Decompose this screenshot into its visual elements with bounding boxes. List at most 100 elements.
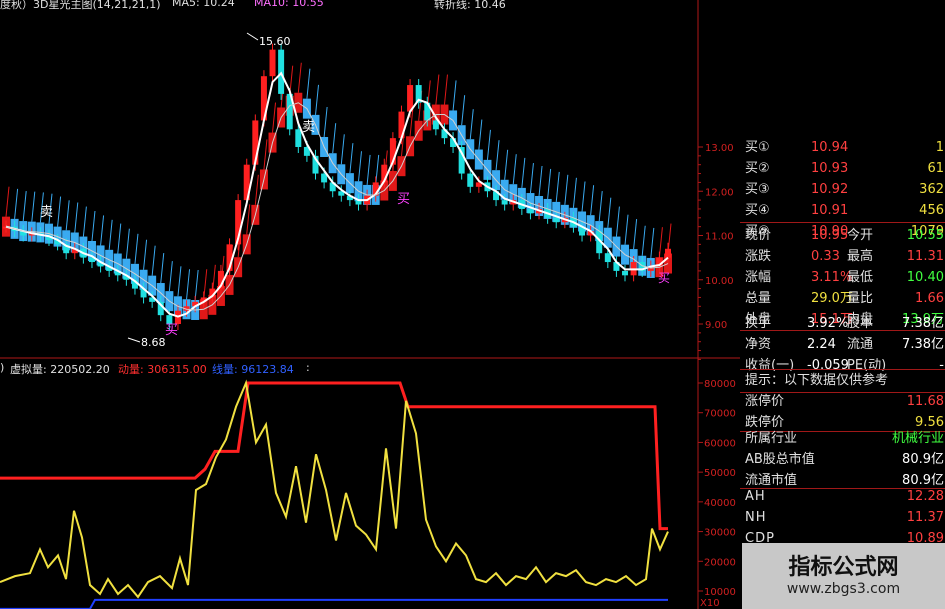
candle-body xyxy=(527,208,534,214)
candle-body xyxy=(278,49,285,94)
low-price-label: 8.68 xyxy=(141,336,166,349)
quote-value: 10.95 xyxy=(811,228,849,243)
pivot-value: 11.37 xyxy=(906,510,944,525)
band-spike xyxy=(246,204,251,235)
band-spike xyxy=(108,219,113,250)
order-book-row: 买③ 10.92 362 xyxy=(745,179,945,200)
order-book-row: 买① 10.94 1 xyxy=(745,137,945,158)
quote-label: 涨跌 xyxy=(745,249,772,264)
watermark-url: www.zbgs3.com xyxy=(786,581,901,597)
volume-axis-unit: X10 xyxy=(700,598,720,609)
industry-label: 所属行业 xyxy=(745,431,798,446)
order-book-label: 买③ xyxy=(745,182,770,197)
price-axis: 13.00 12.00 11.00 10.00 9.00 xyxy=(0,0,740,609)
quote-row: 总量 29.0万 量比 1.66 xyxy=(745,288,945,309)
band-spike xyxy=(581,181,586,212)
band-spike xyxy=(65,200,70,231)
volume-header-virtual: 虚拟量: 220502.20 xyxy=(10,363,110,376)
limit-label: 涨停价 xyxy=(745,394,785,409)
limit-row: 涨停价 11.68 xyxy=(745,391,945,412)
volume-tick-label: 20000 xyxy=(704,557,736,568)
candle-body xyxy=(467,173,474,187)
band-spike xyxy=(633,219,638,250)
band-spike xyxy=(168,261,173,292)
band-spike xyxy=(650,227,655,258)
band-spike xyxy=(478,119,483,150)
band-spike xyxy=(538,165,543,197)
band-spike xyxy=(91,210,96,242)
pivot-row: AH 12.28 xyxy=(745,486,945,507)
high-pointer xyxy=(246,32,259,41)
pivot-value: 12.28 xyxy=(906,489,944,504)
fundamental-value: 7.38亿 xyxy=(902,337,944,352)
price-tick-label: 12.00 xyxy=(705,187,734,198)
signal-band xyxy=(2,62,672,320)
band-spike xyxy=(607,197,612,228)
band-spike xyxy=(435,74,440,105)
fundamental-label: 换手 xyxy=(745,316,772,331)
price-tick-label: 11.00 xyxy=(705,232,734,243)
band-spike xyxy=(564,174,569,205)
pivot-label: NH xyxy=(745,510,767,525)
sell-signal-1: 卖 xyxy=(40,205,53,220)
order-book-qty: 362 xyxy=(919,182,944,197)
band-spike xyxy=(57,196,62,227)
fundamental-value: 2.24 xyxy=(807,337,836,352)
buy-signal-2: 买 xyxy=(397,192,410,207)
price-tick-label: 9.00 xyxy=(705,320,727,331)
band-spike xyxy=(555,171,560,202)
quote-row: 现价 10.95 今开 10.55 xyxy=(745,225,945,246)
band-spike xyxy=(74,202,79,233)
band-spike xyxy=(469,109,474,140)
candle-body xyxy=(604,253,611,263)
band-spike xyxy=(323,106,328,138)
band-spike xyxy=(349,143,354,174)
tip-text: 提示：以下数据仅供参考 xyxy=(745,373,889,388)
quote-value: 1.66 xyxy=(915,291,944,306)
band-spike xyxy=(125,228,130,259)
band-spike xyxy=(22,191,27,222)
candle-body xyxy=(295,129,302,147)
quote-label: 现价 xyxy=(745,228,772,243)
band-spike xyxy=(263,139,268,170)
candle-body xyxy=(553,217,560,223)
band-spike xyxy=(332,123,337,154)
band-spike xyxy=(357,151,362,182)
band-spike xyxy=(495,140,500,171)
band-spike xyxy=(504,149,509,180)
band-spike xyxy=(641,225,646,256)
virtual-volume-line xyxy=(0,379,669,599)
band-spike xyxy=(82,206,87,237)
band-spike xyxy=(366,154,371,185)
price-tick-label: 13.00 xyxy=(705,143,734,154)
band-spike xyxy=(306,68,311,99)
buy-signal-1: 买 xyxy=(165,323,178,338)
low-pointer xyxy=(127,337,141,343)
band-spike xyxy=(143,239,148,270)
candle-body xyxy=(269,49,276,77)
volume-tick-label: 80000 xyxy=(704,379,736,390)
quote-label: 最低 xyxy=(847,270,874,285)
sell-signal-2: 卖 xyxy=(302,120,315,135)
order-book-row: 买② 10.93 61 xyxy=(745,158,945,179)
order-book-qty: 1 xyxy=(935,140,944,155)
order-book-qty: 61 xyxy=(927,161,944,176)
band-spike xyxy=(572,177,577,208)
kline-chart[interactable]: 13.00 12.00 11.00 10.00 9.00 80000 70000 60000… xyxy=(0,0,740,609)
band-spike xyxy=(486,129,491,160)
volume-tick-label: 70000 xyxy=(704,409,736,420)
fundamental-row: 净资 2.24 流通 7.38亿 xyxy=(745,334,945,355)
candle-body xyxy=(501,200,508,205)
pivot-row: NH 11.37 xyxy=(745,507,945,528)
band-spike xyxy=(194,269,199,301)
band-spike xyxy=(14,188,19,219)
market-value-row: AB股总市值 80.9亿 xyxy=(745,449,945,470)
order-book-price: 10.91 xyxy=(811,203,849,218)
volume-header-prefix: ) xyxy=(0,361,5,374)
quote-label: 总量 xyxy=(745,291,772,306)
quote-row: 涨幅 3.11% 最低 10.40 xyxy=(745,267,945,288)
volume-header-line: 线量: 96123.84 xyxy=(212,363,294,376)
band-spike xyxy=(160,252,165,284)
band-spike xyxy=(512,154,517,185)
high-price-label: 15.60 xyxy=(259,35,291,48)
